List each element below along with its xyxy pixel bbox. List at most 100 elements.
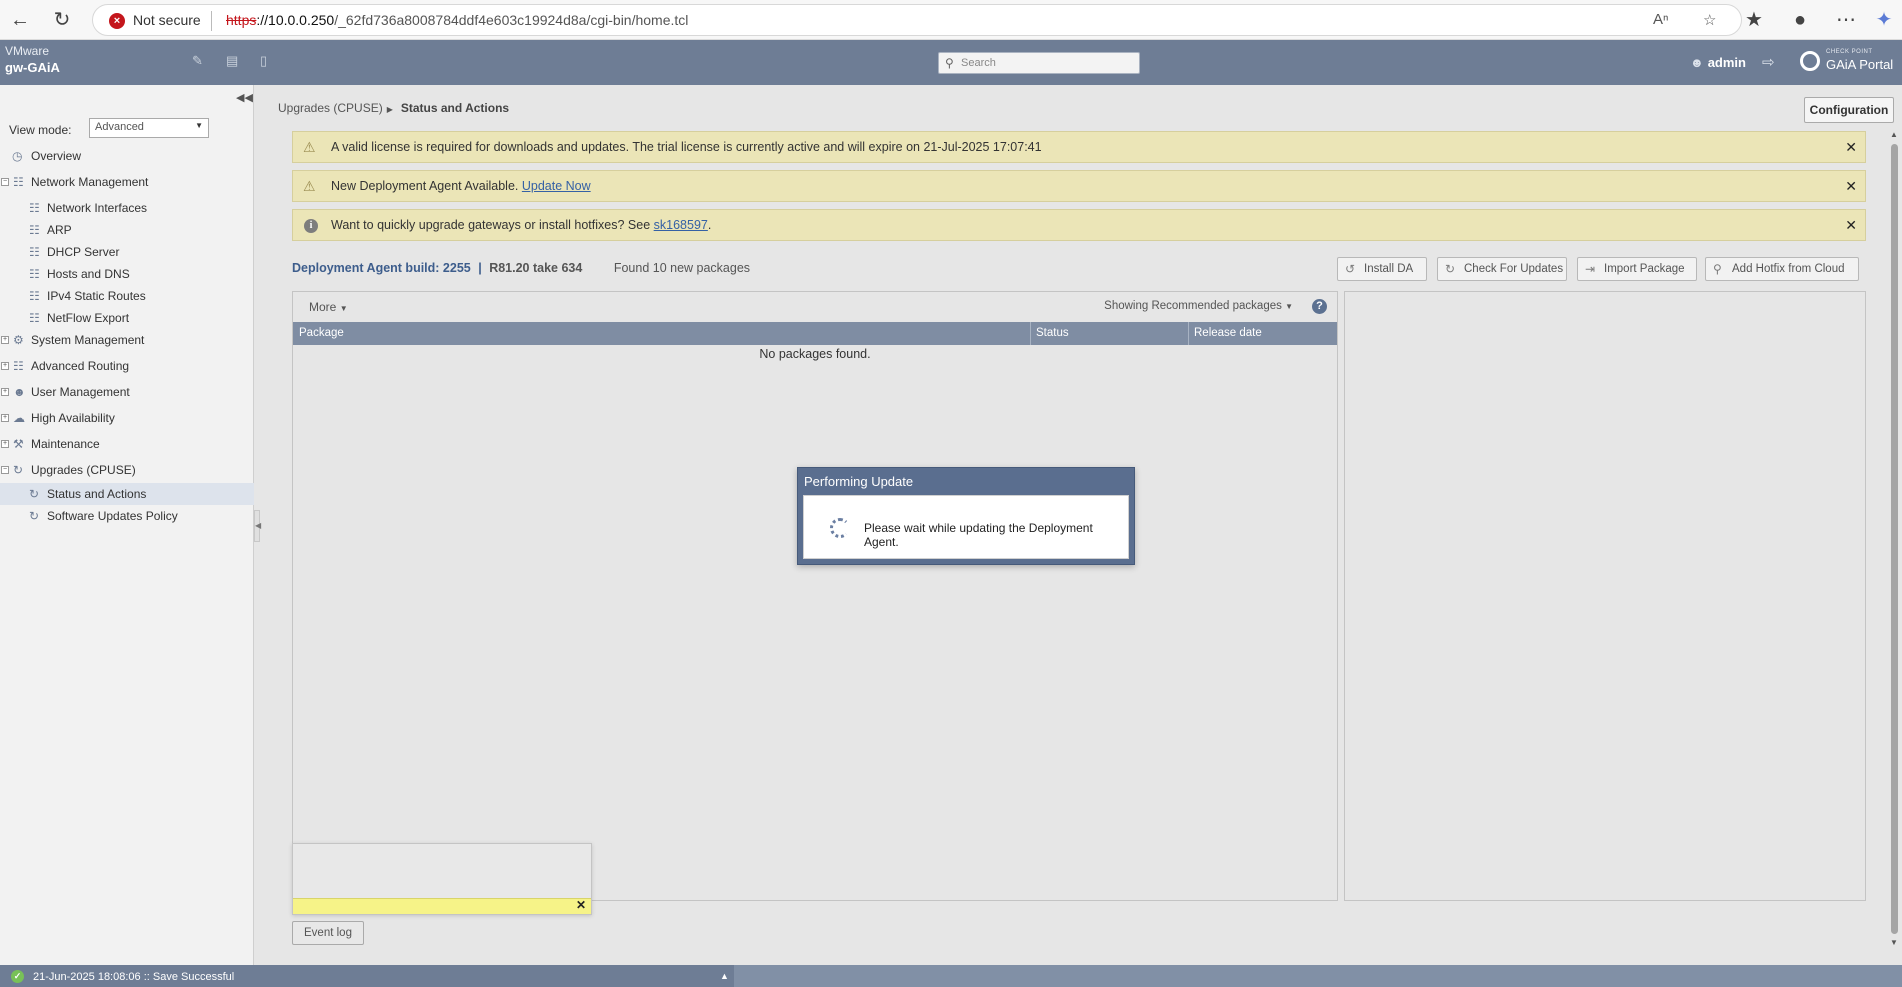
- close-icon[interactable]: ✕: [576, 898, 586, 912]
- username: admin: [1707, 55, 1746, 70]
- help-icon[interactable]: ?: [1312, 299, 1327, 314]
- sidebar: ◀◀ View mode: Advanced ▼ ◷ Overview − ☷ Netw…: [0, 85, 254, 965]
- check-for-updates-button[interactable]: ↻ Check For Updates: [1437, 257, 1567, 281]
- hostname-label: gw-GAiA: [5, 60, 60, 75]
- profile-icon[interactable]: ●: [1788, 8, 1812, 32]
- sidebar-item-ipv4-static-routes[interactable]: ☷ IPv4 Static Routes: [0, 285, 254, 307]
- user-icon: ☻: [1690, 55, 1704, 70]
- column-status[interactable]: Status: [1036, 322, 1069, 345]
- search-icon: ⚲: [945, 56, 954, 70]
- more-menu[interactable]: More ▼: [309, 300, 348, 314]
- copilot-icon[interactable]: ✦: [1872, 8, 1896, 32]
- sidebar-resize-handle[interactable]: ◀: [254, 510, 261, 542]
- sidebar-item-maintenance[interactable]: + ⚒ Maintenance: [0, 433, 254, 455]
- sidebar-item-upgrades[interactable]: − ↻ Upgrades (CPUSE): [0, 459, 254, 481]
- sidebar-item-dhcp-server[interactable]: ☷ DHCP Server: [0, 241, 254, 263]
- collapse-node-icon[interactable]: −: [1, 178, 9, 186]
- user-menu[interactable]: ☻ admin: [1690, 55, 1746, 70]
- deployment-agent-alert: ⚠ New Deployment Agent Available. Update…: [292, 170, 1866, 202]
- scroll-up-icon[interactable]: ▲: [1890, 130, 1898, 139]
- gear-icon: ⚙: [13, 333, 24, 347]
- sidebar-item-network-management[interactable]: − ☷ Network Management: [0, 171, 254, 193]
- configuration-button[interactable]: Configuration: [1804, 97, 1894, 123]
- alert-text: New Deployment Agent Available. Update N…: [331, 179, 591, 193]
- read-aloud-icon[interactable]: Aⁿ: [1653, 11, 1668, 28]
- column-package[interactable]: Package: [299, 322, 344, 345]
- wrench-icon[interactable]: ✎: [192, 53, 203, 69]
- column-divider[interactable]: [1030, 322, 1031, 345]
- expand-node-icon[interactable]: +: [1, 414, 9, 422]
- sidebar-item-status-and-actions[interactable]: ↻ Status and Actions: [0, 483, 254, 505]
- brand-name: GAiA Portal: [1826, 57, 1894, 72]
- expand-node-icon[interactable]: +: [1, 388, 9, 396]
- network-icon: ☷: [29, 223, 40, 237]
- sidebar-item-system-management[interactable]: + ⚙ System Management: [0, 329, 254, 351]
- success-check-icon: ✓: [11, 970, 24, 983]
- sidebar-item-advanced-routing[interactable]: + ☷ Advanced Routing: [0, 355, 254, 377]
- close-icon[interactable]: ✕: [1845, 171, 1857, 201]
- scrollbar-thumb[interactable]: [1891, 144, 1898, 934]
- chevron-right-icon: ▶: [386, 105, 393, 114]
- close-icon[interactable]: ✕: [1845, 132, 1857, 162]
- routing-icon: ☷: [13, 359, 24, 373]
- update-now-link[interactable]: Update Now: [522, 179, 591, 193]
- refresh-icon: ↻: [1445, 262, 1456, 276]
- expand-node-icon[interactable]: +: [1, 440, 9, 448]
- not-secure-label: Not secure: [133, 12, 201, 28]
- brand-small: CHECK POINT: [1826, 49, 1873, 55]
- import-package-button[interactable]: ⇥ Import Package: [1577, 257, 1697, 281]
- back-arrow-icon[interactable]: ←: [8, 8, 32, 32]
- sidebar-item-netflow-export[interactable]: ☷ NetFlow Export: [0, 307, 254, 329]
- add-hotfix-button[interactable]: ⚲ Add Hotfix from Cloud: [1705, 257, 1859, 281]
- app-header: VMware gw-GAiA ✎ ▤ ▯ ⚲ ☻admin ⇨ CHECK PO…: [0, 40, 1902, 85]
- close-icon[interactable]: ✕: [1845, 210, 1857, 240]
- sk-link[interactable]: sk168597: [654, 218, 708, 232]
- notification-bar: ✕: [293, 898, 591, 914]
- favorite-star-icon[interactable]: ☆: [1703, 11, 1716, 29]
- reload-icon[interactable]: ↻: [50, 8, 74, 32]
- logout-icon[interactable]: ⇨: [1762, 53, 1775, 71]
- terminal-icon[interactable]: ▤: [226, 53, 238, 69]
- alert-text: A valid license is required for download…: [331, 140, 1042, 154]
- network-icon: ☷: [29, 289, 40, 303]
- collapse-sidebar-icon[interactable]: ◀◀: [236, 91, 253, 104]
- details-panel: [1344, 291, 1866, 901]
- search-input[interactable]: [961, 55, 1131, 71]
- showing-filter[interactable]: Showing Recommended packages ▼: [1104, 300, 1293, 312]
- collapse-node-icon[interactable]: −: [1, 466, 9, 474]
- install-da-button[interactable]: ↺ Install DA: [1337, 257, 1427, 281]
- dialog-message: Please wait while updating the Deploymen…: [864, 521, 1093, 549]
- column-divider[interactable]: [1188, 322, 1189, 345]
- favorites-icon[interactable]: ★: [1742, 8, 1766, 32]
- address-bar[interactable]: × Not secure https://10.0.0.250/_62fd736…: [92, 4, 1742, 36]
- expand-status-icon[interactable]: ▲: [720, 971, 729, 981]
- search-box[interactable]: ⚲: [938, 52, 1140, 74]
- not-secure-icon: ×: [109, 13, 125, 29]
- url-text[interactable]: https://10.0.0.250/_62fd736a8008784ddf4e…: [226, 12, 688, 28]
- vertical-scrollbar[interactable]: ▲ ▼: [1888, 130, 1902, 950]
- hotfix-info-alert: i Want to quickly upgrade gateways or in…: [292, 209, 1866, 241]
- sidebar-item-hosts-dns[interactable]: ☷ Hosts and DNS: [0, 263, 254, 285]
- checkpoint-logo-icon: [1800, 51, 1820, 71]
- sidebar-item-software-updates-policy[interactable]: ↻ Software Updates Policy: [0, 505, 254, 527]
- expand-node-icon[interactable]: +: [1, 336, 9, 344]
- scroll-down-icon[interactable]: ▼: [1890, 938, 1898, 947]
- sidebar-item-user-management[interactable]: + ☻ User Management: [0, 381, 254, 403]
- refresh-icon: ↻: [29, 487, 40, 501]
- warning-icon: ⚠: [303, 178, 316, 194]
- more-menu-icon[interactable]: ⋯: [1834, 8, 1858, 32]
- users-icon: ☻: [13, 385, 26, 399]
- document-icon[interactable]: ▯: [260, 53, 267, 69]
- sidebar-item-arp[interactable]: ☷ ARP: [0, 219, 254, 241]
- expand-node-icon[interactable]: +: [1, 362, 9, 370]
- column-release-date[interactable]: Release date: [1194, 322, 1262, 345]
- sidebar-item-overview[interactable]: ◷ Overview: [0, 145, 254, 167]
- sidebar-item-network-interfaces[interactable]: ☷ Network Interfaces: [0, 197, 254, 219]
- event-log-button[interactable]: Event log: [292, 921, 364, 945]
- sidebar-item-high-availability[interactable]: + ☁ High Availability: [0, 407, 254, 429]
- breadcrumb-parent[interactable]: Upgrades (CPUSE): [278, 101, 383, 115]
- install-icon: ↺: [1345, 262, 1356, 276]
- url-host: ://10.0.0.250: [256, 12, 335, 28]
- view-mode-select[interactable]: Advanced ▼: [89, 118, 209, 138]
- empty-message: No packages found.: [759, 347, 871, 361]
